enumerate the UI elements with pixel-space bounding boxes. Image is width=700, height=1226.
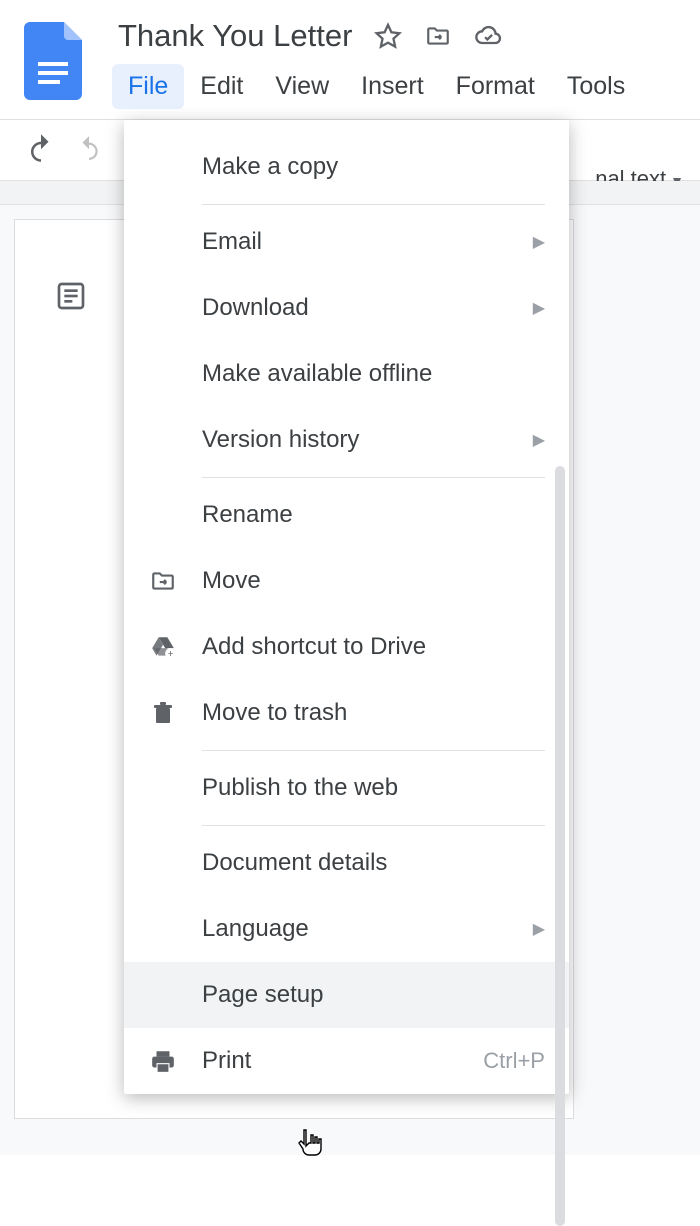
menu-label: Print bbox=[202, 1047, 483, 1075]
menu-bar: File Edit View Insert Format Tools bbox=[112, 64, 641, 109]
menu-label: Download bbox=[202, 294, 533, 322]
menu-item-version-history[interactable]: Version history ▶ bbox=[124, 407, 569, 473]
pointer-cursor-icon bbox=[296, 1128, 324, 1160]
menu-item-language[interactable]: Language ▶ bbox=[124, 896, 569, 962]
menu-item-trash[interactable]: Move to trash bbox=[124, 680, 569, 746]
menu-label: Language bbox=[202, 915, 533, 943]
submenu-arrow-icon: ▶ bbox=[533, 232, 545, 252]
menu-item-page-setup[interactable]: Page setup bbox=[124, 962, 569, 1028]
menu-item-doc-details[interactable]: Document details bbox=[124, 830, 569, 896]
menu-label: Add shortcut to Drive bbox=[202, 633, 545, 661]
menu-item-rename[interactable]: Rename bbox=[124, 482, 569, 548]
menu-item-print[interactable]: Print Ctrl+P bbox=[124, 1028, 569, 1094]
menu-label: Publish to the web bbox=[202, 774, 545, 802]
menu-separator bbox=[202, 204, 545, 205]
menu-label: Move bbox=[202, 567, 545, 595]
menu-item-offline[interactable]: Make available offline bbox=[124, 341, 569, 407]
menu-label: Rename bbox=[202, 501, 545, 529]
document-title[interactable]: Thank You Letter bbox=[118, 18, 352, 54]
menu-separator bbox=[202, 750, 545, 751]
star-icon[interactable] bbox=[374, 22, 402, 50]
menu-item-download[interactable]: Download ▶ bbox=[124, 275, 569, 341]
move-folder-icon[interactable] bbox=[424, 22, 452, 50]
menu-item-add-shortcut[interactable]: + Add shortcut to Drive bbox=[124, 614, 569, 680]
drive-shortcut-icon: + bbox=[148, 632, 178, 662]
menu-item-email[interactable]: Email ▶ bbox=[124, 209, 569, 275]
trash-icon bbox=[148, 698, 178, 728]
menu-view[interactable]: View bbox=[259, 64, 345, 109]
menu-label: Make available offline bbox=[202, 360, 545, 388]
cloud-saved-icon[interactable] bbox=[474, 22, 502, 50]
svg-text:+: + bbox=[168, 649, 174, 660]
menu-label: Version history bbox=[202, 426, 533, 454]
menu-label: Document details bbox=[202, 849, 545, 877]
menu-label: Page setup bbox=[202, 981, 545, 1009]
shortcut-label: Ctrl+P bbox=[483, 1048, 545, 1074]
docs-logo-icon[interactable] bbox=[24, 22, 82, 100]
outline-icon[interactable] bbox=[55, 280, 87, 312]
submenu-arrow-icon: ▶ bbox=[533, 298, 545, 318]
menu-separator bbox=[202, 825, 545, 826]
menu-label: Email bbox=[202, 228, 533, 256]
file-dropdown-menu: Make a copy Email ▶ Download ▶ Make avai… bbox=[124, 120, 569, 1094]
menu-tools[interactable]: Tools bbox=[551, 64, 641, 109]
print-icon bbox=[148, 1046, 178, 1076]
menu-item-move[interactable]: Move bbox=[124, 548, 569, 614]
menu-item-publish[interactable]: Publish to the web bbox=[124, 755, 569, 821]
undo-icon[interactable] bbox=[26, 133, 56, 168]
menu-insert[interactable]: Insert bbox=[345, 64, 440, 109]
menu-separator bbox=[202, 477, 545, 478]
menu-label: Move to trash bbox=[202, 699, 545, 727]
submenu-arrow-icon: ▶ bbox=[533, 919, 545, 939]
submenu-arrow-icon: ▶ bbox=[533, 430, 545, 450]
menu-edit[interactable]: Edit bbox=[184, 64, 259, 109]
menu-item-make-copy[interactable]: Make a copy bbox=[124, 134, 569, 200]
folder-move-icon bbox=[148, 566, 178, 596]
menu-file[interactable]: File bbox=[112, 64, 184, 109]
menu-label: Make a copy bbox=[202, 153, 545, 181]
redo-icon[interactable] bbox=[76, 135, 102, 166]
menu-format[interactable]: Format bbox=[440, 64, 551, 109]
dropdown-scrollbar[interactable] bbox=[555, 466, 565, 1226]
